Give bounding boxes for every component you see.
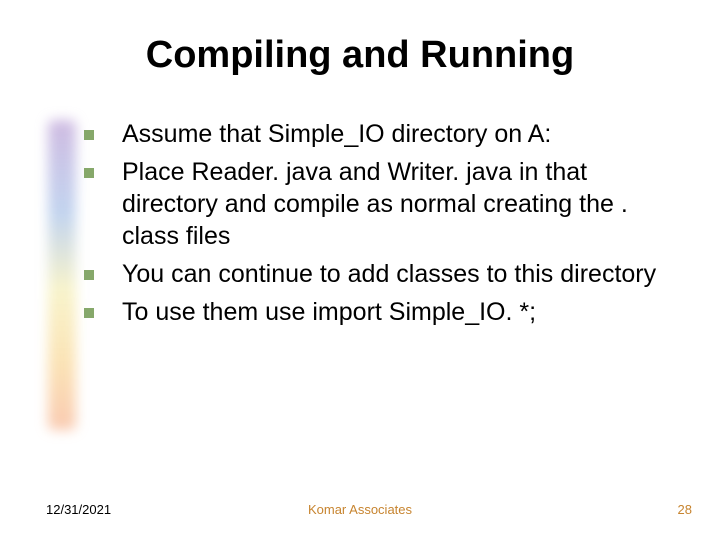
- square-bullet-icon: [84, 168, 94, 178]
- bullet-text: To use them use import Simple_IO. *;: [122, 298, 536, 326]
- square-bullet-icon: [84, 270, 94, 280]
- bullet-text: Place Reader. java and Writer. java in t…: [122, 158, 628, 250]
- slide-footer: 12/31/2021 Komar Associates 28: [0, 502, 720, 522]
- slide-content: Assume that Simple_IO directory on A: Pl…: [84, 118, 680, 334]
- slide-title: Compiling and Running: [0, 34, 720, 77]
- square-bullet-icon: [84, 130, 94, 140]
- bullet-text: You can continue to add classes to this …: [122, 260, 656, 288]
- list-item: To use them use import Simple_IO. *;: [84, 296, 680, 328]
- list-item: You can continue to add classes to this …: [84, 258, 680, 290]
- list-item: Assume that Simple_IO directory on A:: [84, 118, 680, 150]
- square-bullet-icon: [84, 308, 94, 318]
- bullet-text: Assume that Simple_IO directory on A:: [122, 120, 551, 148]
- list-item: Place Reader. java and Writer. java in t…: [84, 156, 680, 252]
- bullet-list: Assume that Simple_IO directory on A: Pl…: [84, 118, 680, 328]
- footer-organization: Komar Associates: [0, 502, 720, 517]
- decorative-gradient: [48, 120, 76, 430]
- footer-slide-number: 28: [678, 502, 692, 517]
